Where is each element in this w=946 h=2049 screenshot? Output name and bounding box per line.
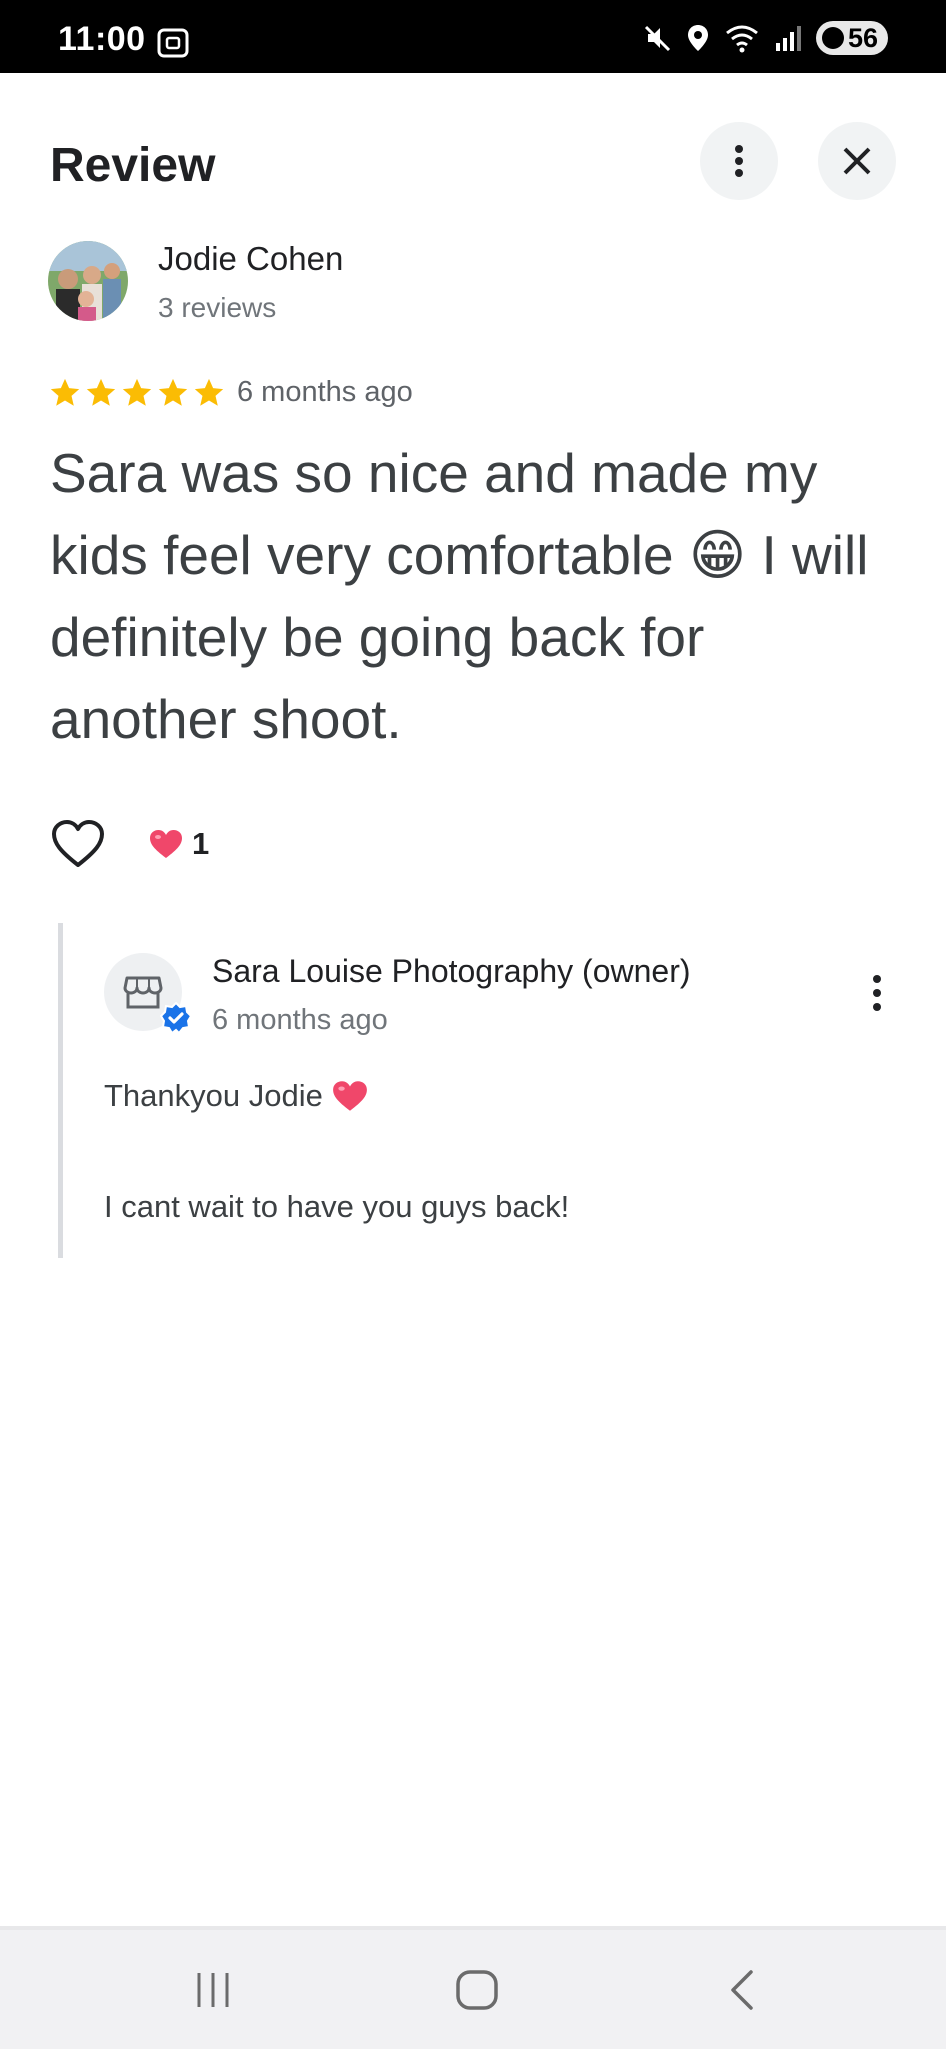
heart-outline-icon bbox=[52, 820, 104, 867]
close-button[interactable] bbox=[818, 122, 896, 200]
page-title: Review bbox=[50, 139, 216, 192]
reaction-summary[interactable]: 1 bbox=[148, 826, 209, 862]
owner-reply-time: 6 months ago bbox=[212, 1004, 388, 1036]
location-icon bbox=[687, 25, 708, 51]
reviewer-review-count: 3 reviews bbox=[158, 292, 277, 323]
signal-icon bbox=[775, 26, 801, 51]
heart-icon bbox=[332, 1081, 367, 1111]
reviewer-photo bbox=[48, 241, 128, 321]
screenshot-icon bbox=[157, 28, 189, 58]
system-nav-bar bbox=[0, 1930, 946, 2049]
home-button[interactable] bbox=[447, 1962, 507, 2018]
battery-indicator: 56 bbox=[815, 21, 888, 55]
review-time: 6 months ago bbox=[237, 376, 413, 408]
back-button[interactable] bbox=[712, 1962, 772, 2018]
status-bar: 11:00 56 bbox=[0, 0, 946, 73]
reply-text-line2: I cant wait to have you guys back! bbox=[104, 1189, 570, 1224]
battery-level: 56 bbox=[847, 22, 878, 53]
reaction-count: 1 bbox=[192, 826, 210, 861]
reviewer-avatar[interactable] bbox=[48, 241, 128, 321]
reply-more-options-button[interactable] bbox=[860, 968, 894, 1018]
star-icon bbox=[86, 378, 116, 406]
more-options-button[interactable] bbox=[700, 122, 778, 200]
more-vert-icon bbox=[873, 975, 881, 1011]
star-icon bbox=[50, 378, 80, 406]
status-time: 11:00 bbox=[58, 20, 146, 58]
recent-apps-icon bbox=[197, 1973, 229, 2007]
battery-icon bbox=[821, 27, 844, 49]
star-rating bbox=[48, 376, 226, 410]
back-icon bbox=[731, 1970, 753, 2010]
star-icon bbox=[122, 378, 152, 406]
wifi-icon bbox=[726, 25, 758, 53]
review-text: Sara was so nice and made my kids feel v… bbox=[50, 442, 869, 750]
star-icon bbox=[158, 378, 188, 406]
heart-icon bbox=[150, 830, 182, 858]
status-icons: 56 bbox=[642, 21, 888, 55]
home-icon bbox=[456, 1970, 498, 2010]
more-vert-icon bbox=[735, 145, 743, 177]
close-icon bbox=[843, 147, 871, 175]
storefront-icon bbox=[123, 976, 163, 1009]
recent-apps-button[interactable] bbox=[183, 1962, 243, 2018]
verified-icon bbox=[160, 1002, 192, 1034]
owner-name: Sara Louise Photography (owner) bbox=[212, 953, 691, 989]
reply-text-line1: Thankyou Jodie bbox=[104, 1078, 369, 1114]
reviewer-name[interactable]: Jodie Cohen bbox=[158, 240, 343, 278]
reply-divider bbox=[58, 923, 63, 1258]
like-button[interactable] bbox=[50, 818, 106, 870]
mute-icon bbox=[644, 25, 671, 52]
star-icon bbox=[194, 378, 224, 406]
reply-line1-text: Thankyou Jodie bbox=[104, 1078, 323, 1113]
